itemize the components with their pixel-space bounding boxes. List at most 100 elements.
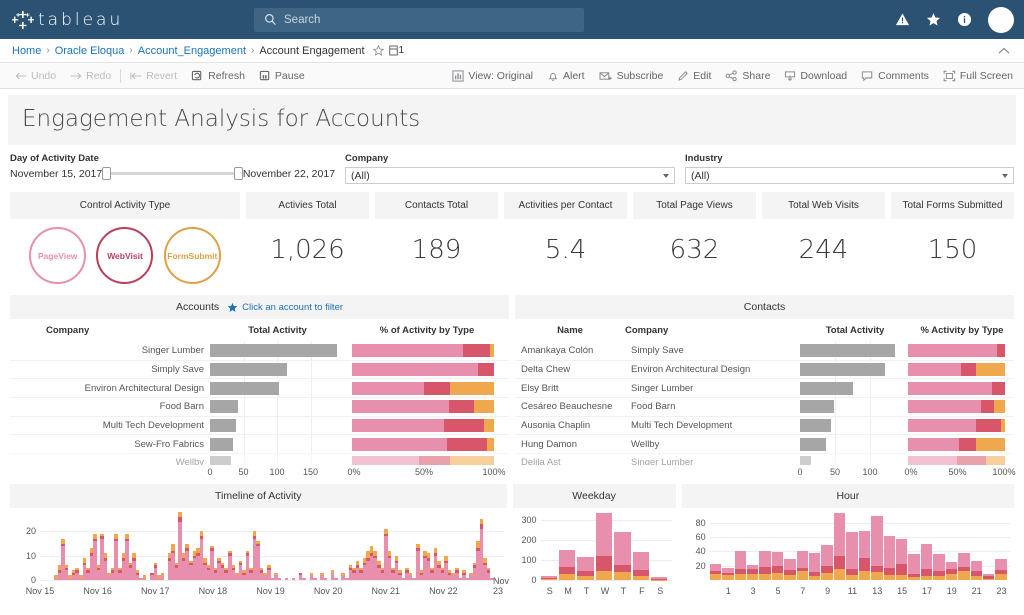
search-input[interactable]: Search (254, 8, 584, 32)
bar-column (846, 512, 857, 580)
table-row[interactable]: Sew-Fro Fabrics (10, 434, 509, 453)
activity-type-formsubmit[interactable]: FormSubmit (164, 227, 221, 284)
alert-button[interactable]: Alert (540, 70, 592, 82)
accounts-filter-hint[interactable]: Click an account to filter (227, 302, 343, 313)
subscribe-button[interactable]: Subscribe (592, 70, 671, 82)
bar-column (759, 512, 770, 580)
filter-bar: Day of Activity Date November 15, 2017 N… (0, 145, 1024, 188)
gridline (311, 454, 312, 465)
redo-button[interactable]: Redo (63, 70, 118, 82)
contact-name: Ausonia Chaplin (515, 417, 625, 435)
table-row[interactable]: Delta ChewEnviron Architectural Design (515, 360, 1014, 379)
table-row[interactable]: Wellby (10, 453, 509, 465)
edit-button[interactable]: Edit (670, 70, 718, 82)
bar-segment (995, 574, 1006, 580)
bar-column (821, 512, 832, 580)
industry-filter[interactable]: Industry (All) (685, 153, 1014, 184)
tableau-logo[interactable]: tableau (12, 9, 123, 31)
total-activity-bar (210, 419, 236, 432)
table-row[interactable]: Amankaya ColónSimply Save (515, 341, 1014, 360)
company-filter-select[interactable]: (All) (345, 167, 675, 184)
bar-segment (884, 536, 895, 568)
view-original-button[interactable]: View: Original (445, 70, 540, 82)
kpi-card: Activities per Contact5.4 (504, 192, 627, 290)
pct-segment (957, 456, 986, 465)
bar-segment (971, 561, 982, 571)
pct-activity-stack (352, 363, 494, 376)
kpi-card: Total Forms Submitted150 (891, 192, 1014, 290)
account-company-name: Multi Tech Development (10, 417, 210, 435)
bar-segment (559, 574, 575, 580)
table-row[interactable]: Food Barn (10, 397, 509, 416)
pct-segment (424, 382, 450, 395)
table-row[interactable]: Singer Lumber (10, 341, 509, 360)
contacts-col-total: Total Activity (800, 325, 910, 336)
x-axis-tick: Nov 15 (26, 586, 55, 596)
accounts-filter-hint-label: Click an account to filter (242, 302, 343, 313)
company-filter[interactable]: Company (All) (345, 153, 675, 184)
total-activity-bar-cell (210, 398, 344, 416)
breadcrumb-item-workbook[interactable]: Account_Engagement (138, 45, 246, 57)
info-icon[interactable] (957, 12, 972, 27)
contact-name: Cesáreo Beauchesne (515, 398, 625, 416)
share-button[interactable]: Share (718, 70, 777, 82)
favorite-star-icon[interactable] (373, 45, 384, 56)
breadcrumb-item-home[interactable]: Home (12, 45, 41, 57)
total-activity-bar (800, 400, 834, 413)
fullscreen-button[interactable]: Full Screen (936, 70, 1020, 82)
table-row[interactable]: Elsy BrittSinger Lumber (515, 378, 1014, 397)
bar-segment (759, 551, 770, 567)
breadcrumb-item-project[interactable]: Oracle Eloqua (55, 45, 125, 57)
kpi-cards: Activies Total1,026Contacts Total189Acti… (246, 192, 1014, 290)
weekday-chart-panel: Weekday 0100200300SMTWTFS (513, 484, 676, 598)
x-axis-tick: Nov 21 (371, 586, 400, 596)
data-source-icon[interactable]: 1 (389, 45, 405, 56)
table-row[interactable]: Delila AstSinger Lumber (515, 453, 1014, 465)
refresh-button[interactable]: Refresh (184, 70, 252, 82)
table-row[interactable]: Simply Save (10, 360, 509, 379)
pct-segment (986, 456, 1005, 465)
control-activity-type-title: Control Activity Type (10, 192, 240, 219)
industry-filter-select[interactable]: (All) (685, 167, 1014, 184)
total-activity-bar-cell (210, 417, 344, 435)
table-row[interactable]: Environ Architectural Design (10, 378, 509, 397)
bar-column (958, 512, 969, 580)
kpi-card: Total Page Views632 (633, 192, 756, 290)
alerts-icon[interactable] (895, 12, 910, 27)
revert-button[interactable]: Revert (123, 70, 184, 82)
total-activity-bar-cell (800, 454, 905, 465)
accounts-table: Singer LumberSimply SaveEnviron Architec… (10, 341, 509, 465)
table-row[interactable]: Hung DamonWellby (515, 434, 1014, 453)
pause-button[interactable]: Pause (252, 70, 312, 82)
pct-activity-stack (908, 400, 1005, 413)
user-avatar[interactable] (988, 7, 1014, 33)
table-row[interactable]: Ausonia ChaplinMulti Tech Development (515, 416, 1014, 435)
download-button[interactable]: Download (777, 70, 854, 82)
pct-segment (981, 400, 995, 413)
slider-handle-start[interactable] (102, 167, 111, 180)
contact-company: Singer Lumber (625, 379, 800, 397)
slider-handle-end[interactable] (234, 167, 243, 180)
activity-type-pageview[interactable]: PageView (29, 227, 86, 284)
timeline-chart-plot[interactable]: 01020Nov 15Nov 16Nov 17Nov 18Nov 19Nov 2… (10, 508, 507, 598)
bar-column (633, 512, 649, 580)
weekday-chart-plot[interactable]: 0100200300SMTWTFS (513, 508, 676, 598)
table-row[interactable]: Multi Tech Development (10, 416, 509, 435)
date-range-filter[interactable]: Day of Activity Date November 15, 2017 N… (10, 153, 335, 184)
pct-segment (908, 382, 992, 395)
x-axis-tick: Nov 23 (493, 576, 509, 596)
hour-chart-plot[interactable]: 204060801357911131517192123 (682, 508, 1014, 598)
kpi-row: Control Activity Type PageViewWebVisitFo… (0, 188, 1024, 290)
undo-button[interactable]: Undo (8, 70, 63, 82)
comments-button[interactable]: Comments (854, 70, 936, 82)
pct-segment (959, 438, 975, 451)
bar-segment (614, 565, 630, 572)
activity-type-webvisit[interactable]: WebVisit (96, 227, 153, 284)
slider-track[interactable] (111, 172, 234, 175)
collapse-caret-icon[interactable] (998, 47, 1010, 55)
pause-label: Pause (275, 70, 305, 82)
kpi-card-value: 632 (633, 219, 756, 279)
table-row[interactable]: Cesáreo BeauchesneFood Barn (515, 397, 1014, 416)
favorites-star-icon[interactable] (926, 12, 941, 27)
gridline (244, 454, 245, 465)
